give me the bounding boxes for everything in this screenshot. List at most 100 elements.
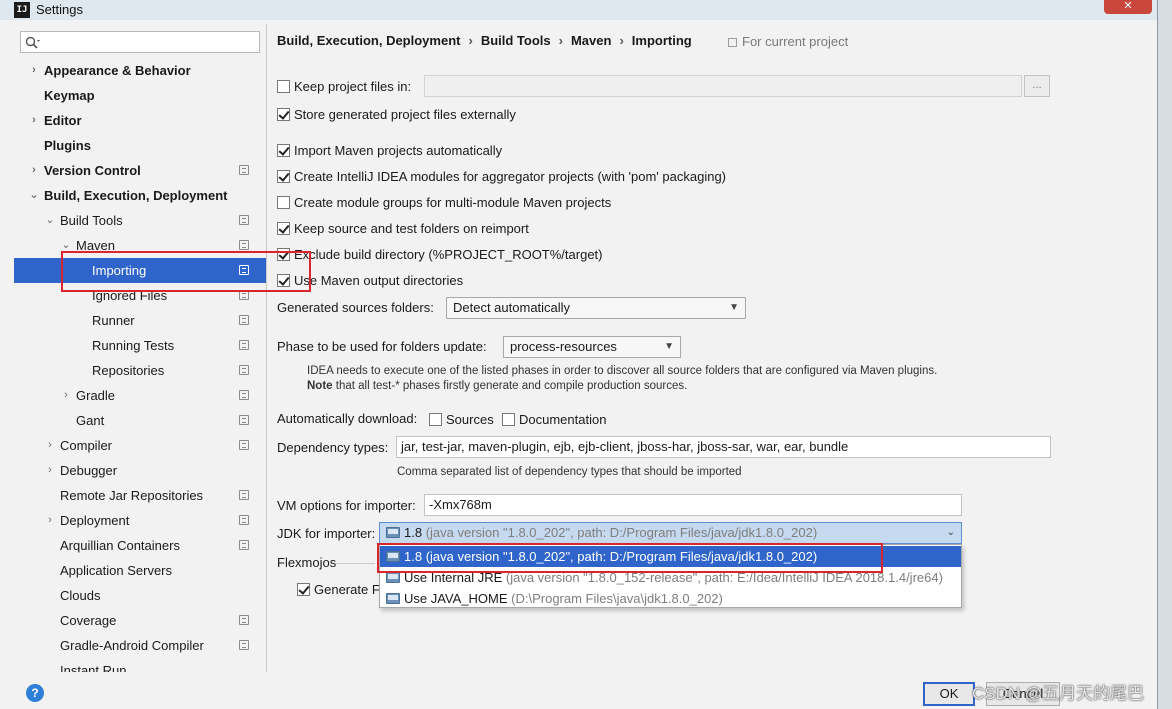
create-groups-checkbox[interactable] [277, 196, 290, 209]
sidebar-item-deployment[interactable]: › Deployment [14, 508, 266, 533]
keep-source-checkbox[interactable] [277, 222, 290, 235]
phase-select[interactable]: process-resources ▼ [503, 336, 681, 358]
sidebar-item-label: Gradle [76, 388, 116, 403]
sidebar-item-gradle-android-compiler[interactable]: Gradle-Android Compiler [14, 633, 266, 658]
jdk-importer-select[interactable]: 1.8 (java version "1.8.0_202", path: D:/… [379, 522, 962, 544]
breadcrumb: Build, Execution, Deployment › Build Tools… [277, 33, 692, 48]
project-scope-icon [239, 215, 249, 225]
jdk-selected-detail: (java version "1.8.0_202", path: D:/Prog… [422, 525, 818, 540]
keep-project-files-checkbox[interactable] [277, 80, 290, 93]
settings-search[interactable] [20, 31, 260, 53]
import-automatically-checkbox[interactable] [277, 144, 290, 157]
sidebar-item-keymap[interactable]: Keymap [14, 83, 266, 108]
create-groups-option[interactable]: Create module groups for multi-module Ma… [277, 194, 611, 212]
help-button[interactable]: ? [26, 684, 44, 702]
sidebar-item-runner[interactable]: Runner [14, 308, 266, 333]
dependency-types-field[interactable]: jar, test-jar, maven-plugin, ejb, ejb-cl… [396, 436, 1051, 458]
chevron-down-icon[interactable]: ⌄ [28, 183, 40, 208]
chevron-right-icon[interactable]: › [44, 458, 56, 483]
chevron-right-icon[interactable]: › [44, 433, 56, 458]
sidebar-item-repositories[interactable]: Repositories [14, 358, 266, 383]
breadcrumb-separator: › [619, 33, 624, 48]
intellij-icon: IJ [14, 2, 30, 18]
sidebar-item-plugins[interactable]: Plugins [14, 133, 266, 158]
download-docs-checkbox[interactable] [502, 413, 515, 426]
project-scope-icon [239, 415, 249, 425]
generate-option[interactable]: Generate Fl [297, 581, 383, 599]
chevron-down-icon: ▼ [729, 302, 739, 313]
chevron-right-icon[interactable]: › [60, 383, 72, 408]
sidebar-item-compiler[interactable]: › Compiler [14, 433, 266, 458]
sidebar-item-version-control[interactable]: › Version Control [14, 158, 266, 183]
sidebar-item-instant-run[interactable]: Instant Run [14, 658, 266, 672]
sidebar-item-gradle[interactable]: › Gradle [14, 383, 266, 408]
settings-window: IJ Settings ✕ › Appearance & Behavior Keym… [0, 0, 1158, 709]
project-scope-icon [239, 640, 249, 650]
jdk-option-java-home[interactable]: Use JAVA_HOME (D:\Program Files\java\jdk… [380, 588, 961, 609]
sidebar-item-debugger[interactable]: › Debugger [14, 458, 266, 483]
chevron-right-icon[interactable]: › [44, 508, 56, 533]
sidebar-item-label: Compiler [60, 438, 113, 453]
chevron-right-icon[interactable]: › [28, 108, 40, 133]
sidebar-item-label: Clouds [60, 588, 101, 603]
close-icon: ✕ [1123, 0, 1133, 12]
download-sources-option[interactable]: Sources [429, 411, 494, 429]
keep-project-files-option[interactable]: Keep project files in: [277, 78, 411, 96]
phase-note-text: that all test-* phases firstly generate … [332, 380, 688, 392]
dependency-types-label: Dependency types: [277, 440, 389, 455]
sidebar-item-coverage[interactable]: Coverage [14, 608, 266, 633]
title-bar: IJ Settings ✕ [0, 0, 1157, 20]
annotation-box-jdk [377, 543, 883, 573]
chevron-down-icon[interactable]: ⌄ [44, 208, 56, 233]
phase-label: Phase to be used for folders update: [277, 339, 487, 354]
keep-source-option[interactable]: Keep source and test folders on reimport [277, 220, 529, 238]
sidebar-item-gant[interactable]: Gant [14, 408, 266, 433]
generated-sources-select[interactable]: Detect automatically ▼ [446, 297, 746, 319]
project-files-path-field[interactable] [424, 75, 1022, 97]
jdk-selected-name: 1.8 [404, 525, 423, 540]
download-sources-checkbox[interactable] [429, 413, 442, 426]
sidebar-item-label: Gradle-Android Compiler [60, 638, 204, 653]
sidebar-item-label: Remote Jar Repositories [60, 488, 204, 503]
project-scope-icon [239, 440, 249, 450]
sidebar-item-appearance-behavior[interactable]: › Appearance & Behavior [14, 58, 266, 83]
sidebar-item-clouds[interactable]: Clouds [14, 583, 266, 608]
create-modules-option[interactable]: Create IntelliJ IDEA modules for aggrega… [277, 168, 726, 186]
close-window-button[interactable]: ✕ [1104, 0, 1152, 14]
ok-button[interactable]: OK [923, 682, 975, 706]
sidebar-item-application-servers[interactable]: Application Servers [14, 558, 266, 583]
chevron-right-icon[interactable]: › [28, 58, 40, 83]
sidebar-item-build-execution-deployment[interactable]: ⌄ Build, Execution, Deployment [14, 183, 266, 208]
exclude-build-label: Exclude build directory (%PROJECT_ROOT%/… [294, 247, 603, 262]
sidebar-item-arquillian-containers[interactable]: Arquillian Containers [14, 533, 266, 558]
csdn-watermark: CSDN @五月天的尾巴 [972, 684, 1145, 703]
generate-checkbox[interactable] [297, 583, 310, 596]
create-modules-checkbox[interactable] [277, 170, 290, 183]
generated-sources-value: Detect automatically [453, 300, 571, 315]
sidebar-item-editor[interactable]: › Editor [14, 108, 266, 133]
chevron-down-icon: ▼ [664, 341, 674, 352]
keep-source-label: Keep source and test folders on reimport [294, 221, 529, 236]
generate-label: Generate Fl [314, 582, 383, 597]
store-externally-option[interactable]: Store generated project files externally [277, 106, 516, 124]
search-icon [25, 36, 40, 49]
download-docs-label: Documentation [519, 412, 607, 427]
jdk-folder-icon [386, 527, 400, 538]
vm-options-field[interactable]: -Xmx768m [424, 494, 962, 516]
chevron-right-icon[interactable]: › [28, 158, 40, 183]
scope-note-text: For current project [742, 34, 849, 49]
download-docs-option[interactable]: Documentation [502, 411, 606, 429]
import-automatically-option[interactable]: Import Maven projects automatically [277, 142, 502, 160]
sidebar-item-build-tools[interactable]: ⌄ Build Tools [14, 208, 266, 233]
vm-options-label: VM options for importer: [277, 498, 416, 513]
store-externally-checkbox[interactable] [277, 108, 290, 121]
search-input[interactable] [45, 34, 255, 50]
sidebar-item-running-tests[interactable]: Running Tests [14, 333, 266, 358]
sidebar-item-label: Keymap [44, 88, 95, 103]
breadcrumb-separator: › [468, 33, 473, 48]
sidebar-item-remote-jar-repositories[interactable]: Remote Jar Repositories [14, 483, 266, 508]
exclude-build-option[interactable]: Exclude build directory (%PROJECT_ROOT%/… [277, 246, 602, 264]
flexmojos-divider [335, 563, 375, 564]
browse-button[interactable]: ... [1024, 75, 1050, 97]
project-scope-icon [728, 38, 737, 47]
